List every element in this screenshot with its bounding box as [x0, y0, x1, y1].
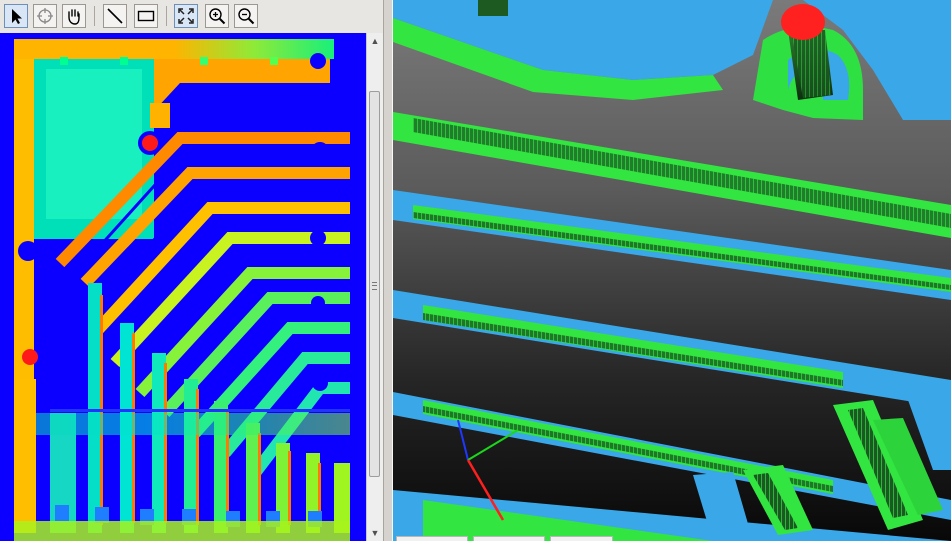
- height-map-view[interactable]: [0, 33, 366, 541]
- view-tab[interactable]: [473, 536, 545, 541]
- zoom-out-icon: [238, 8, 255, 25]
- scroll-thumb[interactable]: [369, 91, 380, 477]
- target-tool-button[interactable]: [33, 4, 57, 28]
- marker-bottom[interactable]: [22, 349, 38, 365]
- point-cloud-view[interactable]: [393, 0, 951, 541]
- point-cloud-canvas: [393, 0, 951, 541]
- view-tab[interactable]: [396, 536, 468, 541]
- height-map-canvas: [14, 39, 350, 541]
- rectangle-tool-icon: [137, 10, 155, 22]
- fit-view-icon: [178, 8, 194, 24]
- zoom-in-icon: [209, 8, 226, 25]
- rectangle-tool-button[interactable]: [134, 4, 158, 28]
- select-tool-button[interactable]: [4, 4, 28, 28]
- line-tool-icon: [107, 8, 123, 24]
- line-tool-button[interactable]: [103, 4, 127, 28]
- pan-tool-button[interactable]: [62, 4, 86, 28]
- scroll-down-icon[interactable]: ▼: [367, 525, 383, 541]
- select-arrow-icon: [12, 9, 22, 24]
- left-view-scrollbar[interactable]: ▲ ▼: [366, 33, 383, 541]
- zoom-out-button[interactable]: [234, 4, 258, 28]
- toolbar: [0, 0, 383, 34]
- zoom-in-button[interactable]: [205, 4, 229, 28]
- toolbar-separator: [166, 6, 167, 26]
- fit-view-button[interactable]: [174, 4, 198, 28]
- scroll-up-icon[interactable]: ▲: [367, 33, 383, 49]
- marker-top[interactable]: [142, 135, 158, 151]
- toolbar-separator: [94, 6, 95, 26]
- pan-hand-icon: [68, 9, 80, 25]
- view-splitter[interactable]: [383, 0, 393, 541]
- target-crosshair-icon: [37, 8, 53, 24]
- view-tab[interactable]: [550, 536, 613, 541]
